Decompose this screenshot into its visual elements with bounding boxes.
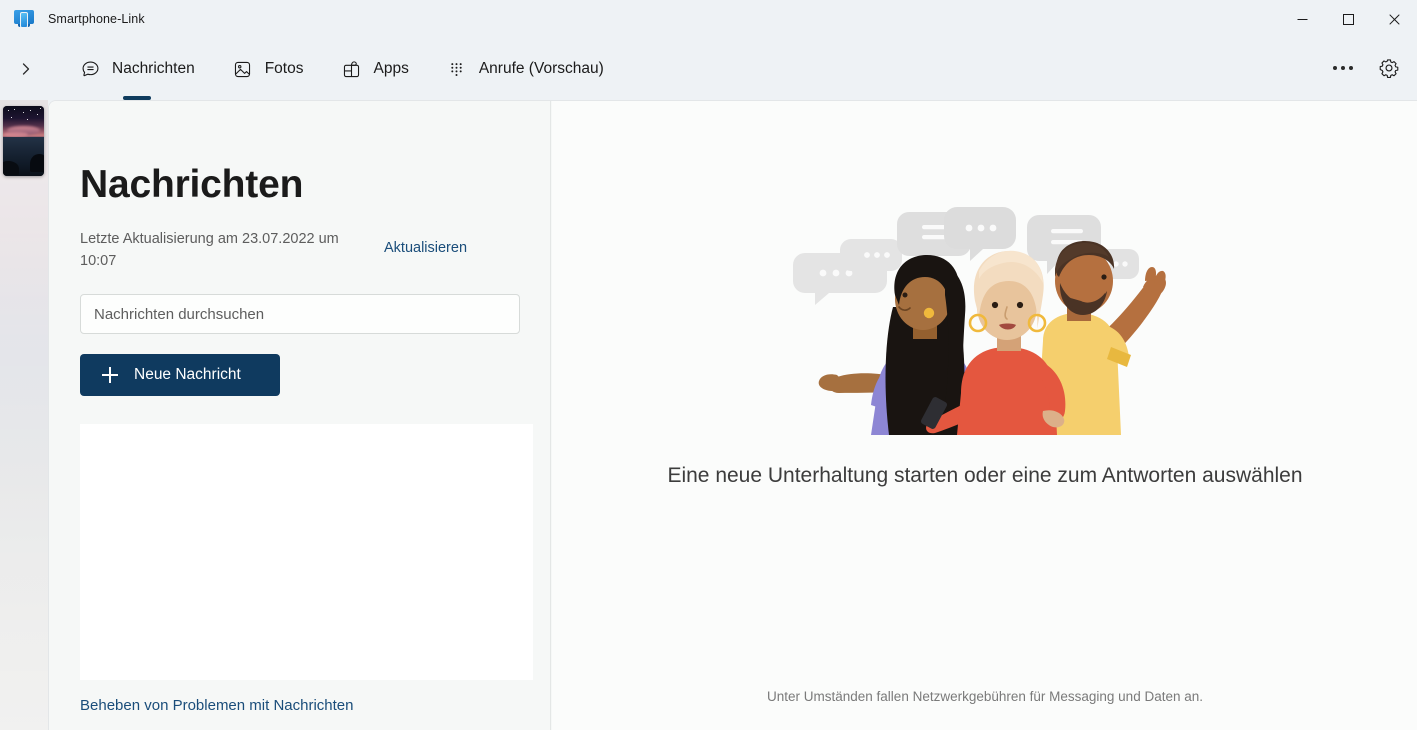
tab-label: Nachrichten <box>112 60 195 77</box>
message-list-card[interactable] <box>80 424 533 680</box>
content-shell: Nachrichten Letzte Aktualisierung am 23.… <box>48 100 1417 730</box>
settings-button[interactable] <box>1369 48 1409 88</box>
minimize-icon <box>1297 18 1307 20</box>
tab-label: Apps <box>373 60 409 77</box>
tab-nachrichten[interactable]: Nachrichten <box>68 46 207 92</box>
tab-fotos[interactable]: Fotos <box>221 46 316 92</box>
three-people-chatting-illustration <box>785 195 1185 435</box>
maximize-button[interactable] <box>1325 0 1371 38</box>
new-message-label: Neue Nachricht <box>134 366 241 383</box>
tab-anrufe[interactable]: Anrufe (Vorschau) <box>435 46 616 92</box>
plus-icon <box>102 367 118 383</box>
search-input[interactable] <box>94 305 506 323</box>
troubleshoot-link[interactable]: Beheben von Problemen mit Nachrichten <box>80 697 354 714</box>
refresh-row: Letzte Aktualisierung am 23.07.2022 um 1… <box>80 228 520 273</box>
close-button[interactable] <box>1371 0 1417 38</box>
refresh-link[interactable]: Aktualisieren <box>384 240 467 256</box>
search-box[interactable] <box>80 294 520 334</box>
tab-label: Anrufe (Vorschau) <box>478 60 604 77</box>
window-controls <box>1279 0 1417 38</box>
expand-sidebar-button[interactable] <box>6 49 46 89</box>
phone-link-icon <box>14 9 34 29</box>
maximize-icon <box>1342 13 1354 25</box>
dialpad-icon <box>447 59 467 79</box>
phone-link-window: Smartphone-Link Nachrichten Fotos Apps A… <box>0 0 1417 730</box>
apps-grid-icon <box>341 59 361 79</box>
phone-preview-thumbnail[interactable] <box>3 106 44 176</box>
title-bar: Smartphone-Link <box>0 0 1417 38</box>
more-options-button[interactable] <box>1323 48 1363 88</box>
nav-tabs: Nachrichten Fotos Apps Anrufe (Vorschau) <box>68 38 630 100</box>
empty-state-text: Eine neue Unterhaltung starten oder eine… <box>667 464 1303 487</box>
page-title: Nachrichten <box>80 163 304 206</box>
close-icon <box>1388 13 1400 25</box>
top-navigation-bar: Nachrichten Fotos Apps Anrufe (Vorschau) <box>0 38 1417 100</box>
left-rail <box>0 100 48 730</box>
messages-left-panel: Nachrichten Letzte Aktualisierung am 23.… <box>49 101 551 730</box>
chevron-right-icon <box>22 63 30 75</box>
minimize-button[interactable] <box>1279 0 1325 38</box>
new-message-button[interactable]: Neue Nachricht <box>80 354 280 396</box>
network-fees-note: Unter Umständen fallen Netzwerkgebühren … <box>767 689 1203 704</box>
ellipsis-icon <box>1333 66 1353 70</box>
tab-label: Fotos <box>264 60 304 77</box>
chat-bubble-icon <box>80 59 100 79</box>
conversation-empty-panel: Eine neue Unterhaltung starten oder eine… <box>552 101 1417 730</box>
nav-actions <box>1317 48 1409 88</box>
gear-icon <box>1379 59 1399 78</box>
photo-icon <box>233 59 253 79</box>
last-update-text: Letzte Aktualisierung am 23.07.2022 um 1… <box>80 231 339 270</box>
tab-apps[interactable]: Apps <box>329 46 420 92</box>
window-title: Smartphone-Link <box>48 12 145 26</box>
